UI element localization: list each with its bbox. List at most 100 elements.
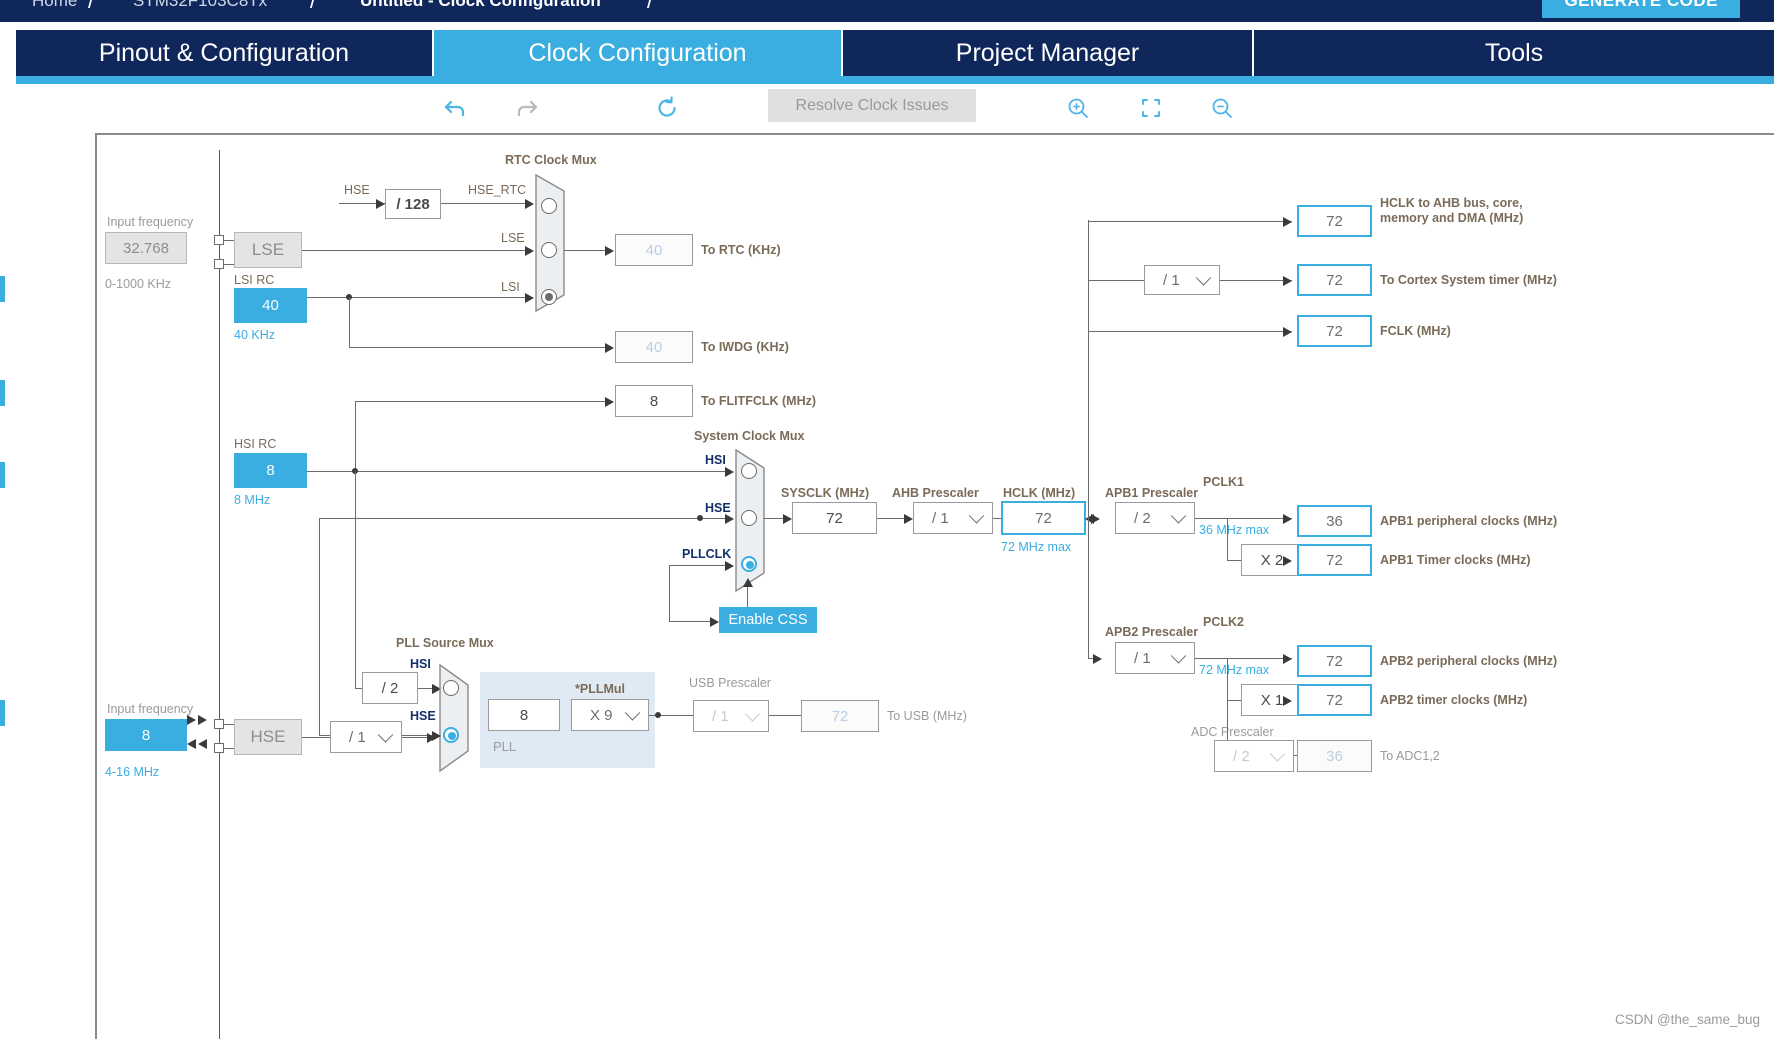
hse-rtc-arrow bbox=[525, 199, 534, 209]
undo-icon[interactable] bbox=[436, 88, 476, 128]
pllmul-select[interactable]: X 9 bbox=[571, 699, 649, 731]
pll-out-dot bbox=[655, 712, 661, 718]
to-usb-value[interactable]: 72 bbox=[801, 700, 879, 732]
breadcrumb-separator-3: / bbox=[647, 0, 654, 13]
hse-out-arrow-2 bbox=[198, 739, 207, 749]
pclk1-label: PCLK1 bbox=[1203, 475, 1244, 489]
cortex-out-wire bbox=[1220, 280, 1292, 281]
hse-oscillator-box[interactable]: HSE bbox=[234, 719, 302, 755]
hse-pin-wire-bottom bbox=[224, 748, 234, 749]
sysclk-title: SYSCLK (MHz) bbox=[781, 486, 870, 500]
hclk-value[interactable]: 72 bbox=[1001, 501, 1086, 535]
usb-prescaler-select[interactable]: / 1 bbox=[693, 700, 769, 732]
pclk1-wire bbox=[1195, 518, 1292, 519]
rtc-mux-input-lsi[interactable] bbox=[541, 289, 557, 305]
tab-clock-configuration[interactable]: Clock Configuration bbox=[434, 30, 843, 76]
zoom-out-icon[interactable] bbox=[1202, 88, 1242, 128]
rtc-mux-input-lse[interactable] bbox=[541, 242, 557, 258]
chevron-down-icon bbox=[968, 508, 985, 524]
cortex-prescaler-select[interactable]: / 1 bbox=[1144, 265, 1220, 295]
hclk-ahb-out-wire bbox=[1088, 221, 1292, 222]
reset-icon[interactable] bbox=[647, 88, 687, 128]
pllclk-to-sysmux-arrow bbox=[725, 561, 734, 571]
lse-oscillator-box[interactable]: LSE bbox=[234, 232, 302, 268]
hse-div128-box: / 128 bbox=[385, 189, 441, 219]
enable-css-button[interactable]: Enable CSS bbox=[719, 607, 817, 633]
hse-to-div-wire bbox=[302, 737, 330, 738]
hsi-rc-value[interactable]: 8 bbox=[234, 453, 307, 488]
apb1-prescaler-value: / 2 bbox=[1134, 509, 1151, 527]
apb1-timer-clocks-label: APB1 Timer clocks (MHz) bbox=[1380, 553, 1531, 567]
to-flitfclk-label: To FLITFCLK (MHz) bbox=[701, 394, 817, 408]
rtcmux-out-arrow bbox=[605, 246, 614, 256]
ahb-prescaler-select[interactable]: / 1 bbox=[913, 502, 993, 534]
chevron-down-icon bbox=[624, 705, 641, 721]
cortex-prescaler-in-wire bbox=[1088, 280, 1144, 281]
system-clock-mux-title: System Clock Mux bbox=[694, 429, 805, 443]
clock-diagram-canvas[interactable]: Input frequency 32.768 0-1000 KHz LSE LS… bbox=[95, 133, 1774, 1039]
generate-code-button[interactable]: GENERATE CODE bbox=[1542, 0, 1740, 18]
pllmul-value: X 9 bbox=[590, 706, 613, 724]
breadcrumb-current: Untitled - Clock Configuration bbox=[360, 0, 601, 10]
fclk-value[interactable]: 72 bbox=[1297, 315, 1372, 347]
apb1-prescaler-select[interactable]: / 2 bbox=[1115, 502, 1195, 534]
hclk-ahb-out-value[interactable]: 72 bbox=[1297, 205, 1372, 237]
lse-input-frequency-field[interactable]: 32.768 bbox=[105, 232, 187, 264]
sysclk-to-ahb-arrow bbox=[904, 514, 913, 524]
breadcrumb-home[interactable]: Home bbox=[32, 0, 77, 11]
redo-icon[interactable] bbox=[506, 88, 546, 128]
rtc-mux-lsi-label: LSI bbox=[501, 280, 520, 294]
hse-input-frequency-label: Input frequency bbox=[107, 702, 194, 716]
apb2-timer-clocks-value[interactable]: 72 bbox=[1297, 684, 1372, 716]
pclk2-wire bbox=[1195, 658, 1292, 659]
hse-frequency-range: 4-16 MHz bbox=[105, 765, 160, 779]
cortex-timer-value[interactable]: 72 bbox=[1297, 264, 1372, 296]
hse-divider-select[interactable]: / 1 bbox=[330, 721, 402, 753]
zoom-in-icon[interactable] bbox=[1058, 88, 1098, 128]
pll-mux-input-hse[interactable] bbox=[443, 727, 459, 743]
hsi-to-sysmux-arrow bbox=[725, 467, 734, 477]
sysclk-value[interactable]: 72 bbox=[792, 502, 877, 534]
lsi-rc-value[interactable]: 40 bbox=[234, 288, 307, 323]
sys-mux-input-hse[interactable] bbox=[741, 510, 757, 526]
rtc-mux-input-hse-rtc[interactable] bbox=[541, 198, 557, 214]
hclk-rail-to-apb2 bbox=[1088, 518, 1089, 658]
adc-value[interactable]: 36 bbox=[1297, 740, 1372, 772]
tab-pinout-configuration[interactable]: Pinout & Configuration bbox=[16, 30, 434, 76]
pll-mux-input-hsi[interactable] bbox=[443, 680, 459, 696]
apb2-prescaler-select[interactable]: / 1 bbox=[1115, 642, 1195, 674]
apb1-timer-clocks-value[interactable]: 72 bbox=[1297, 544, 1372, 576]
sys-mux-input-hsi[interactable] bbox=[741, 463, 757, 479]
lse-frequency-range: 0-1000 KHz bbox=[105, 277, 172, 291]
lse-input-frequency-label: Input frequency bbox=[107, 215, 194, 229]
apb2-peripheral-clocks-value[interactable]: 72 bbox=[1297, 645, 1372, 677]
hclk-ahb-out-label-line1: HCLK to AHB bus, core, bbox=[1380, 196, 1523, 210]
edge-fragment-2 bbox=[0, 380, 5, 406]
pll-input-value[interactable]: 8 bbox=[488, 699, 560, 731]
lse-pin-wire-bottom bbox=[224, 264, 234, 265]
tab-tools[interactable]: Tools bbox=[1254, 30, 1774, 76]
to-rtc-value[interactable]: 40 bbox=[615, 234, 693, 266]
lsi-rc-unit: 40 KHz bbox=[234, 328, 275, 342]
to-flitfclk-value[interactable]: 8 bbox=[615, 385, 693, 417]
fit-to-screen-icon[interactable] bbox=[1131, 88, 1171, 128]
breadcrumb-device[interactable]: STM32F103C8Tx bbox=[133, 0, 267, 11]
resolve-clock-issues-button[interactable]: Resolve Clock Issues bbox=[768, 89, 976, 122]
hse-rtc-label: HSE_RTC bbox=[468, 183, 527, 197]
chevron-down-icon bbox=[1269, 746, 1286, 762]
breadcrumb-separator-1: / bbox=[88, 0, 95, 13]
lse-pin-wire-top bbox=[224, 240, 234, 241]
pclk2-label: PCLK2 bbox=[1203, 615, 1244, 629]
to-iwdg-value[interactable]: 40 bbox=[615, 331, 693, 363]
apb2-timer-arrow bbox=[1283, 696, 1292, 706]
fclk-wire bbox=[1088, 331, 1292, 332]
sys-mux-input-pllclk[interactable] bbox=[741, 556, 757, 572]
hse-input-frequency-field[interactable]: 8 bbox=[105, 719, 187, 751]
tab-project-manager[interactable]: Project Manager bbox=[843, 30, 1254, 76]
adc-prescaler-select[interactable]: / 2 bbox=[1214, 740, 1294, 772]
hclk-max: 72 MHz max bbox=[1001, 540, 1072, 554]
hse-branch-dot bbox=[697, 515, 703, 521]
hse-divider-value: / 1 bbox=[349, 728, 366, 746]
lsi-to-iwdg-wire bbox=[349, 347, 608, 348]
apb1-peripheral-clocks-value[interactable]: 36 bbox=[1297, 505, 1372, 537]
